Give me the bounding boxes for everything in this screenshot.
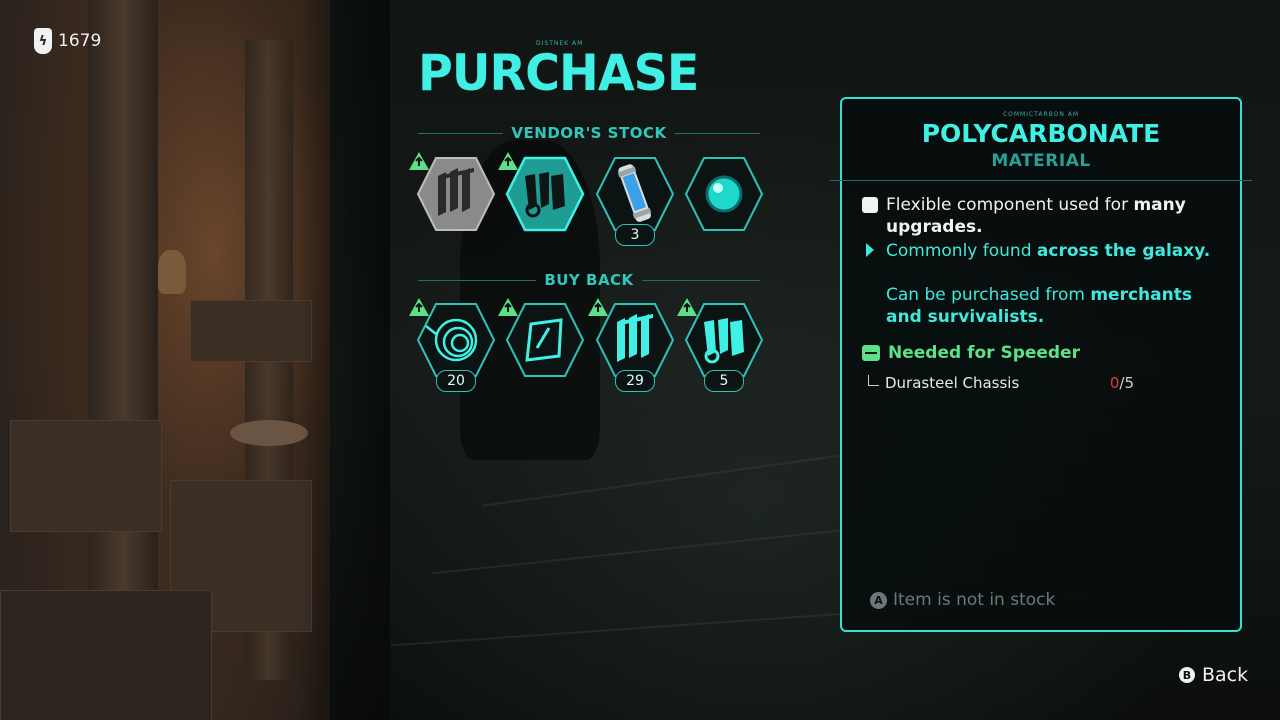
page-title: PURCHASE (418, 44, 699, 102)
buyback-item-cable-coil[interactable]: 20 (409, 298, 496, 392)
vendor-item-orb[interactable] (684, 154, 764, 234)
upgrade-arrow-icon (498, 298, 518, 316)
buyback-item-panel[interactable] (498, 298, 585, 380)
vendor-item-metal-plates[interactable] (409, 152, 496, 234)
upgrade-arrow-icon (409, 152, 429, 170)
canister-icon (617, 164, 652, 222)
item-count-badge: 20 (436, 370, 476, 392)
upgrade-arrow-icon (498, 152, 518, 170)
buy-back-label: BUY BACK (544, 271, 634, 289)
buyback-item-polycarbonate[interactable]: 5 (677, 298, 764, 392)
item-info-panel: COMMICTARBON AM POLYCARBONATE MATERIAL F… (830, 97, 1252, 632)
buyback-item-metal-plates[interactable]: 29 (588, 298, 675, 392)
bullet-arrow-icon (866, 243, 874, 257)
item-count-badge: 29 (615, 370, 655, 392)
info-divider (830, 180, 1252, 181)
upgrade-arrow-icon (409, 298, 429, 316)
currency-display: ϟ 1679 (34, 28, 101, 54)
needed-for-section: Needed for Speeder (862, 343, 1080, 363)
stock-status: A Item is not in stock (870, 590, 1055, 610)
speeder-icon (862, 345, 880, 361)
stock-status-label: Item is not in stock (893, 590, 1056, 610)
currency-token-icon: ϟ (34, 28, 52, 54)
b-button-icon: B (1179, 667, 1195, 683)
item-title: POLYCARBONATE (921, 119, 1161, 148)
wrench-icon (862, 197, 878, 213)
item-description-usage: Flexible component used for many upgrade… (886, 195, 1186, 237)
vendor-stock-label: VENDOR'S STOCK (511, 124, 667, 142)
buy-back-heading: BUY BACK (418, 270, 760, 290)
back-button[interactable]: B Back (1179, 664, 1248, 686)
vendor-item-polycarbonate[interactable] (498, 152, 585, 234)
item-description-location: Commonly found across the galaxy. (886, 241, 1211, 261)
currency-amount: 1679 (58, 31, 102, 51)
tree-branch-icon (868, 375, 879, 386)
item-count-badge: 3 (615, 224, 655, 246)
requirement-row: Durasteel Chassis 0/5 (868, 374, 1188, 392)
requirement-progress: 0/5 (1109, 374, 1134, 392)
back-label: Back (1202, 664, 1249, 686)
item-category: MATERIAL (991, 151, 1091, 171)
upgrade-arrow-icon (588, 298, 608, 316)
item-description-source: Can be purchased from merchants and surv… (886, 285, 1192, 327)
requirement-name: Durasteel Chassis (885, 374, 1020, 392)
upgrade-arrow-icon (677, 298, 697, 316)
needed-for-label: Needed for Speeder (888, 343, 1081, 363)
orb-icon (705, 175, 743, 213)
vendor-stock-heading: VENDOR'S STOCK (418, 123, 761, 143)
item-count-badge: 5 (704, 370, 744, 392)
info-micro-label: COMMICTARBON AM (1002, 111, 1080, 118)
vendor-item-canister[interactable]: 3 (595, 154, 675, 246)
a-button-icon: A (870, 591, 887, 609)
